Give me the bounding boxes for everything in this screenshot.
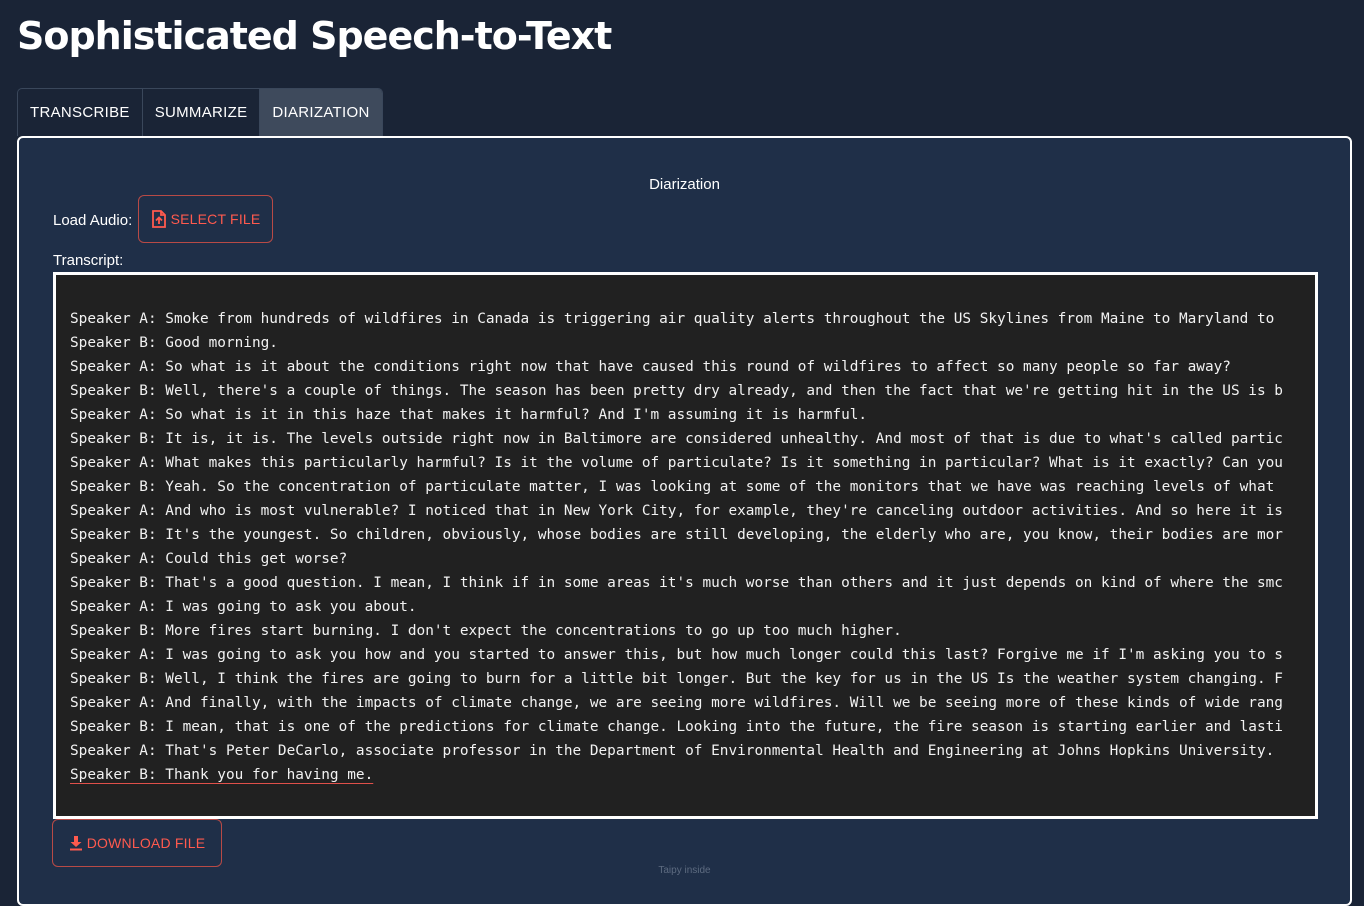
- transcript-line: Speaker B: Yeah. So the concentration of…: [70, 479, 1275, 495]
- transcript-line: Speaker A: And finally, with the impacts…: [70, 695, 1283, 711]
- transcript-line: Speaker A: And who is most vulnerable? I…: [70, 503, 1283, 519]
- transcript-line: Speaker B: More fires start burning. I d…: [70, 623, 902, 639]
- transcript-line: Speaker B: It's the youngest. So childre…: [70, 527, 1283, 543]
- transcript-line: Speaker B: I mean, that is one of the pr…: [70, 719, 1283, 735]
- transcript-line: Speaker B: Thank you for having me.: [70, 767, 374, 783]
- transcript-textarea[interactable]: Speaker A: Smoke from hundreds of wildfi…: [53, 272, 1318, 819]
- file-upload-icon: [151, 210, 167, 228]
- transcript-line: Speaker B: Well, there's a couple of thi…: [70, 383, 1283, 399]
- transcript-line: Speaker A: Smoke from hundreds of wildfi…: [70, 311, 1275, 327]
- tab-diarization[interactable]: DIARIZATION: [260, 89, 382, 136]
- transcript-line: Speaker A: Could this get worse?: [70, 551, 348, 567]
- transcript-content: Speaker A: Smoke from hundreds of wildfi…: [70, 307, 1301, 787]
- app-title: Sophisticated Speech-to-Text: [17, 14, 612, 58]
- transcript-line: Speaker B: Good morning.: [70, 335, 278, 351]
- transcript-line: Speaker A: So what is it in this haze th…: [70, 407, 868, 423]
- transcript-line: Speaker B: It is, it is. The levels outs…: [70, 431, 1283, 447]
- transcript-line: Speaker A: So what is it about the condi…: [70, 359, 1231, 375]
- download-icon: [69, 835, 83, 851]
- section-title: Diarization: [649, 176, 720, 193]
- transcript-line: Speaker A: What makes this particularly …: [70, 455, 1283, 471]
- diarization-panel: Diarization Load Audio: SELECT FILE Tran…: [17, 136, 1352, 906]
- transcript-line: Speaker A: I was going to ask you about.: [70, 599, 417, 615]
- transcript-line: Speaker B: That's a good question. I mea…: [70, 575, 1283, 591]
- load-audio-label: Load Audio:: [53, 212, 133, 229]
- footer-note: Taipy inside: [658, 865, 711, 876]
- transcript-line: Speaker A: That's Peter DeCarlo, associa…: [70, 743, 1275, 759]
- download-file-label: DOWNLOAD FILE: [86, 835, 206, 851]
- tab-transcribe[interactable]: TRANSCRIBE: [18, 89, 143, 136]
- select-file-button[interactable]: SELECT FILE: [138, 195, 273, 243]
- transcript-label: Transcript:: [53, 252, 124, 269]
- download-file-button[interactable]: DOWNLOAD FILE: [52, 819, 222, 867]
- tab-bar: TRANSCRIBE SUMMARIZE DIARIZATION: [17, 88, 383, 136]
- transcript-line: Speaker A: I was going to ask you how an…: [70, 647, 1283, 663]
- select-file-label: SELECT FILE: [170, 211, 261, 227]
- transcript-line: Speaker B: Well, I think the fires are g…: [70, 671, 1283, 687]
- tab-summarize[interactable]: SUMMARIZE: [143, 89, 261, 136]
